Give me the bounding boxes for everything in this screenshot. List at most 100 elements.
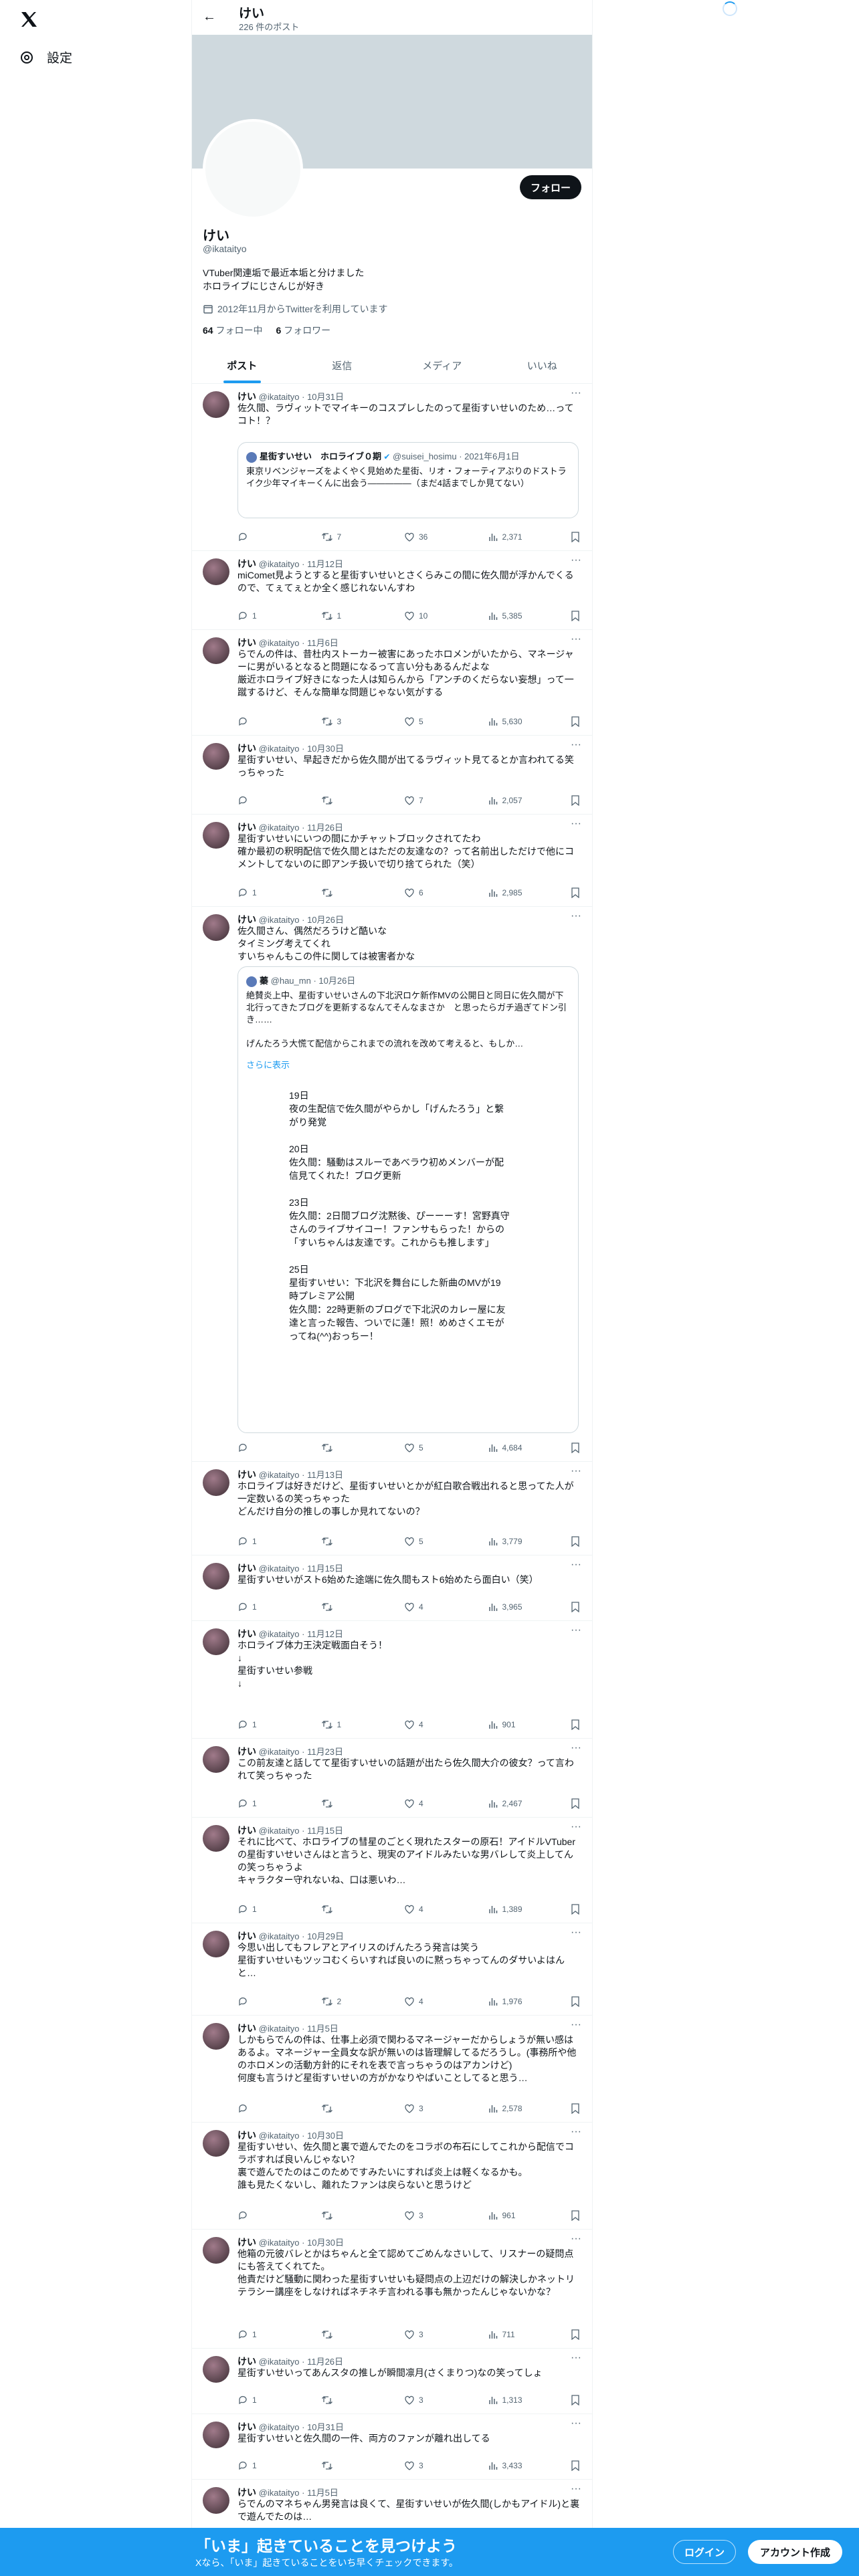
reply-button[interactable]: 1 (237, 2328, 278, 2341)
tweet-item[interactable]: けい @ikataityo · 10月30日 ··· 星街すいせい、早起きだから佐久… (192, 735, 592, 815)
tweet-date[interactable]: 11月5日 (307, 2488, 339, 2498)
tweet-item[interactable]: けい @ikataityo · 10月26日 ··· 佐久間さん、偶然だろうけど酷い… (192, 906, 592, 1462)
tweet-author-name[interactable]: けい (237, 2422, 256, 2432)
more-options-icon[interactable]: ··· (571, 910, 581, 922)
more-options-icon[interactable]: ··· (571, 387, 581, 399)
tweet-date[interactable]: 11月13日 (307, 1470, 343, 1480)
tab-replies[interactable]: 返信 (292, 348, 393, 383)
views-button[interactable]: 961 (488, 2209, 528, 2222)
retweet-button[interactable]: 7 (321, 530, 361, 544)
more-options-icon[interactable]: ··· (571, 1559, 581, 1571)
tweet-author-name[interactable]: けい (237, 743, 256, 754)
reply-button[interactable]: 1 (237, 2459, 278, 2472)
tweet-item[interactable]: けい @ikataityo · 11月12日 ··· ホロライブ体力王決定戦面白そう… (192, 1620, 592, 1739)
views-button[interactable]: 1,313 (488, 2393, 528, 2407)
retweet-button[interactable] (321, 2459, 361, 2472)
quoted-tweet[interactable]: 蓁 @hau_mn · 10月26日 絶賛炎上中、星街すいせいさんの下北沢ロケ新作… (237, 966, 579, 1433)
bookmark-button[interactable] (571, 1600, 581, 1614)
like-button[interactable]: 5 (404, 1441, 444, 1455)
tweet-item[interactable]: けい @ikataityo · 11月5日 ··· しかもらでんの件は、仕事上必須で… (192, 2015, 592, 2123)
tweet-date[interactable]: 10月30日 (307, 2131, 344, 2141)
retweet-button[interactable] (321, 2328, 361, 2341)
views-button[interactable]: 4,684 (488, 1441, 528, 1455)
like-button[interactable]: 5 (404, 1535, 444, 1548)
signup-button[interactable]: アカウント作成 (748, 2540, 843, 2564)
more-options-icon[interactable]: ··· (571, 818, 581, 830)
views-button[interactable]: 3,965 (488, 1600, 528, 1614)
tweet-date[interactable]: 11月12日 (307, 1629, 343, 1639)
tweet-item[interactable]: けい @ikataityo · 10月29日 ··· 今思い出してもフレアとアイリス… (192, 1923, 592, 2016)
tweet-author-name[interactable]: けい (237, 2487, 256, 2498)
tweet-date[interactable]: 10月31日 (307, 2422, 344, 2432)
tweet-date[interactable]: 10月29日 (307, 1931, 344, 1941)
tweet-avatar[interactable] (203, 1931, 229, 1957)
tweet-author-name[interactable]: けい (237, 2130, 256, 2141)
like-button[interactable]: 3 (404, 2209, 444, 2222)
tab-posts[interactable]: ポスト (192, 348, 292, 383)
bookmark-button[interactable] (571, 1903, 581, 1916)
tweet-date[interactable]: 11月6日 (307, 638, 339, 648)
views-button[interactable]: 1,976 (488, 1995, 528, 2008)
views-button[interactable]: 3,433 (488, 2459, 528, 2472)
tweet-avatar[interactable] (203, 1746, 229, 1773)
more-options-icon[interactable]: ··· (571, 1927, 581, 1939)
retweet-button[interactable] (321, 2102, 361, 2115)
views-button[interactable]: 2,371 (488, 530, 528, 544)
bookmark-button[interactable] (571, 715, 581, 728)
tweet-item[interactable]: けい @ikataityo · 11月15日 ··· 星街すいせいがスト6始めた途端… (192, 1555, 592, 1621)
follow-button[interactable]: フォロー (519, 175, 581, 199)
retweet-button[interactable] (321, 886, 361, 899)
like-button[interactable]: 3 (404, 2393, 444, 2407)
retweet-button[interactable] (321, 1441, 361, 1455)
more-options-icon[interactable]: ··· (571, 1742, 581, 1754)
views-button[interactable]: 901 (488, 1718, 528, 1731)
tab-likes[interactable]: いいね (492, 348, 593, 383)
more-options-icon[interactable]: ··· (571, 1624, 581, 1636)
like-button[interactable]: 4 (404, 1995, 444, 2008)
profile-avatar[interactable] (203, 119, 303, 219)
more-options-icon[interactable]: ··· (571, 2483, 581, 2495)
tweet-avatar[interactable] (203, 1628, 229, 1655)
tweet-avatar[interactable] (203, 1563, 229, 1590)
bookmark-button[interactable] (571, 1797, 581, 1810)
retweet-button[interactable] (321, 1600, 361, 1614)
bookmark-button[interactable] (571, 1441, 581, 1455)
tweet-date[interactable]: 11月15日 (307, 1826, 343, 1836)
tweet-author-name[interactable]: けい (237, 1931, 256, 1941)
tweet-date[interactable]: 11月15日 (307, 1564, 343, 1574)
tweet-author-name[interactable]: けい (237, 1628, 256, 1639)
bookmark-button[interactable] (571, 1535, 581, 1548)
like-button[interactable]: 4 (404, 1600, 444, 1614)
tweet-item[interactable]: けい @ikataityo · 11月5日 ··· らでんのマネちゃん男発言は良くて… (192, 2479, 592, 2529)
retweet-button[interactable] (321, 794, 361, 807)
more-options-icon[interactable]: ··· (571, 2126, 581, 2138)
bookmark-button[interactable] (571, 1995, 581, 2008)
tweet-date[interactable]: 10月26日 (307, 915, 344, 925)
show-more-link[interactable]: さらに表示 (246, 1059, 569, 1071)
like-button[interactable]: 3 (404, 2102, 444, 2115)
tweet-avatar[interactable] (203, 391, 229, 418)
more-options-icon[interactable]: ··· (571, 633, 581, 645)
reply-button[interactable] (237, 715, 278, 728)
tweet-date[interactable]: 10月31日 (307, 392, 344, 402)
more-options-icon[interactable]: ··· (571, 2352, 581, 2364)
retweet-button[interactable]: 1 (321, 1718, 361, 1731)
more-options-icon[interactable]: ··· (571, 1821, 581, 1833)
tweet-avatar[interactable] (203, 2356, 229, 2383)
tweet-item[interactable]: けい @ikataityo · 11月15日 ··· それに比べて、ホロライブの彗星… (192, 1817, 592, 1923)
back-arrow-icon[interactable]: ← (203, 9, 216, 25)
views-button[interactable]: 5,385 (488, 609, 528, 623)
tweet-author-name[interactable]: けい (237, 1563, 256, 1574)
tweet-date[interactable]: 10月30日 (307, 2238, 344, 2248)
tweet-avatar[interactable] (203, 1469, 229, 1496)
like-button[interactable]: 7 (404, 794, 444, 807)
retweet-button[interactable] (321, 2393, 361, 2407)
reply-button[interactable]: 1 (237, 1718, 278, 1731)
like-button[interactable]: 10 (404, 609, 444, 623)
like-button[interactable]: 4 (404, 1903, 444, 1916)
retweet-button[interactable]: 2 (321, 1995, 361, 2008)
reply-button[interactable] (237, 2102, 278, 2115)
followers-link[interactable]: 6 フォロワー (276, 324, 330, 337)
tab-media[interactable]: メディア (392, 348, 492, 383)
tweet-item[interactable]: けい @ikataityo · 11月26日 ··· 星街すいせいってあんスタの推し… (192, 2348, 592, 2414)
